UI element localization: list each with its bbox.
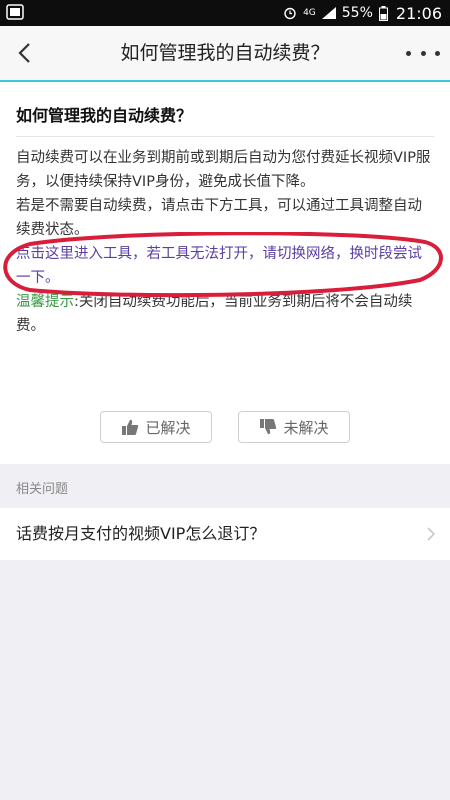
tip-label: 温馨提示 [16,294,74,310]
thumbs-up-icon [122,419,139,435]
tip-paragraph: 温馨提示:关闭自动续费功能后，当前业务到期后将不会自动续费。 [16,290,436,338]
battery-percent: 55% [341,5,373,21]
related-item-label: 话费按月支付的视频VIP怎么退订？ [16,524,266,543]
network-type: 4G [303,7,316,18]
thumbs-down-icon [260,419,277,435]
tip-text: :关闭自动续费功能后，当前业务到期后将不会自动续费。 [16,294,413,334]
answer-card: 如何管理我的自动续费？ 自动续费可以在业务到期前或到期后自动为您付费延长视频VI… [0,82,450,464]
answer-body: 自动续费可以在业务到期前或到期后自动为您付费延长视频VIP服务，以便持续保持VI… [16,146,436,338]
clock: 21:06 [395,3,442,23]
unsolved-label: 未解决 [283,418,329,437]
answer-paragraph: 若是不需要自动续费，请点击下方工具，可以通过工具调整自动续费状态。 [16,198,422,238]
nav-bar: 如何管理我的自动续费？ [0,26,450,82]
related-item[interactable]: 话费按月支付的视频VIP怎么退订？ [0,508,450,560]
alarm-icon [284,7,296,20]
status-bar: 4G 55% 21:06 [0,0,450,26]
notification-icon [6,4,24,20]
more-menu-icon[interactable] [406,38,440,68]
chevron-right-icon [427,527,436,541]
answer-paragraph: 自动续费可以在业务到期前或到期后自动为您付费延长视频VIP服务，以便持续保持VI… [16,150,431,190]
unsolved-button[interactable]: 未解决 [238,411,350,443]
question-title: 如何管理我的自动续费？ [16,106,193,125]
solved-label: 已解决 [145,418,191,437]
related-header: 相关问题 [16,482,69,497]
solved-button[interactable]: 已解决 [100,411,212,443]
divider [16,136,434,137]
signal-icon [321,7,336,19]
battery-icon [378,5,388,21]
tool-link[interactable]: 点击这里进入工具，若工具无法打开，请切换网络，换时段尝试一下。 [16,242,436,290]
back-arrow-icon[interactable] [12,38,40,68]
page-title: 如何管理我的自动续费？ [120,42,330,64]
